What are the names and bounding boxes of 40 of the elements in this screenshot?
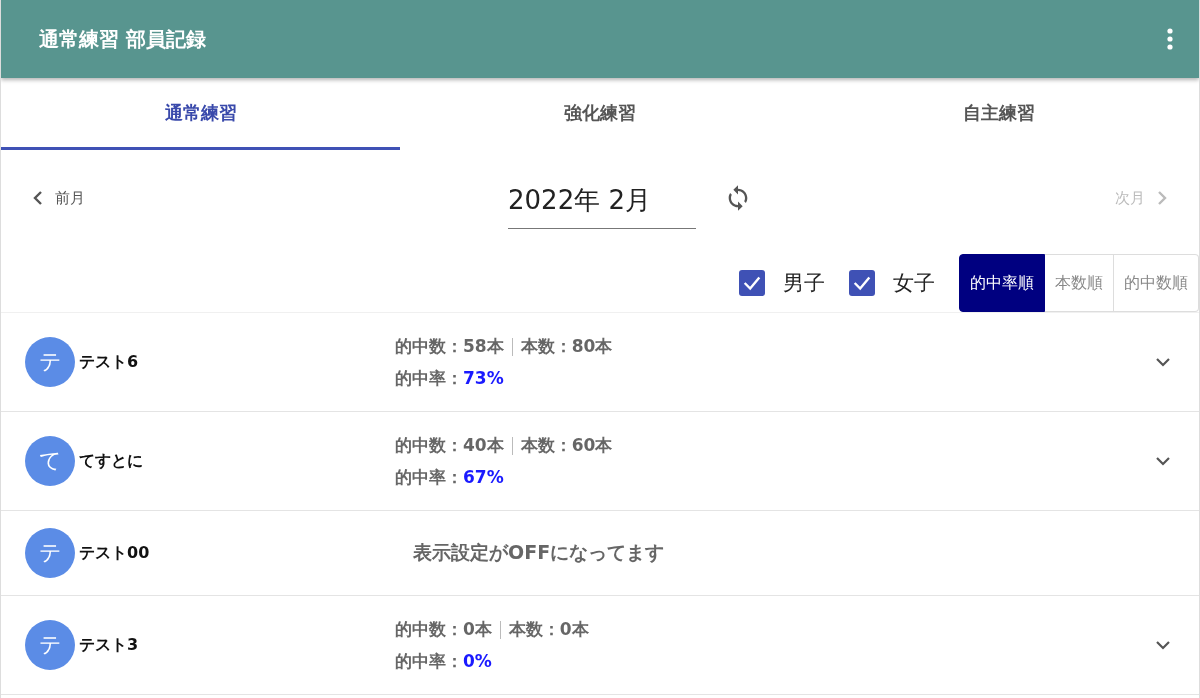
member-name: テスト00	[79, 542, 151, 564]
hit-rate-value: 73%	[463, 368, 504, 388]
shots-count: 本数：60本	[520, 435, 613, 455]
expand-chevron-icon[interactable]	[1155, 640, 1171, 650]
chevron-right-icon	[1157, 190, 1167, 206]
previous-month-link[interactable]: 前月	[33, 188, 153, 208]
hit-rate-label: 的中率：	[395, 467, 463, 487]
chevron-left-icon	[33, 190, 43, 206]
hit-rate-label: 的中率：	[395, 368, 463, 388]
tab[interactable]: 強化練習	[400, 78, 800, 150]
hits-count: 的中数：58本	[395, 336, 504, 356]
checkbox-label: 男子	[783, 270, 825, 297]
sort-button[interactable]: 的中数順	[1114, 254, 1199, 312]
shots-count: 本数：80本	[520, 336, 613, 356]
checkbox-label: 女子	[893, 270, 935, 297]
sort-button[interactable]: 本数順	[1045, 254, 1114, 312]
shots-count: 本数：0本	[508, 619, 589, 639]
hit-rate-value: 0%	[463, 651, 492, 671]
tab[interactable]: 自主練習	[799, 78, 1199, 150]
avatar: て	[25, 436, 75, 486]
expand-chevron-icon[interactable]	[1155, 357, 1171, 367]
avatar: テ	[25, 528, 75, 578]
hit-rate-value: 67%	[463, 467, 504, 487]
month-field[interactable]: 2022年 2月	[508, 177, 696, 229]
member-name: テスト3	[79, 634, 140, 656]
hits-count: 的中数：40本	[395, 435, 504, 455]
checkbox[interactable]	[849, 270, 875, 296]
tab[interactable]: 通常練習	[1, 78, 401, 150]
more-menu-icon[interactable]	[1167, 27, 1173, 51]
hidden-notice: 表示設定がOFFになってます	[412, 540, 666, 565]
member-name: テスト6	[79, 351, 140, 373]
avatar: テ	[25, 337, 75, 387]
app-title: 通常練習 部員記録	[39, 25, 206, 53]
expand-chevron-icon[interactable]	[1155, 456, 1171, 466]
avatar: テ	[25, 620, 75, 670]
checkbox[interactable]	[739, 270, 765, 296]
sort-button[interactable]: 的中率順	[959, 254, 1045, 312]
hits-count: 的中数：0本	[395, 619, 492, 639]
member-name: てすとに	[79, 450, 144, 472]
hit-rate-label: 的中率：	[395, 651, 463, 671]
